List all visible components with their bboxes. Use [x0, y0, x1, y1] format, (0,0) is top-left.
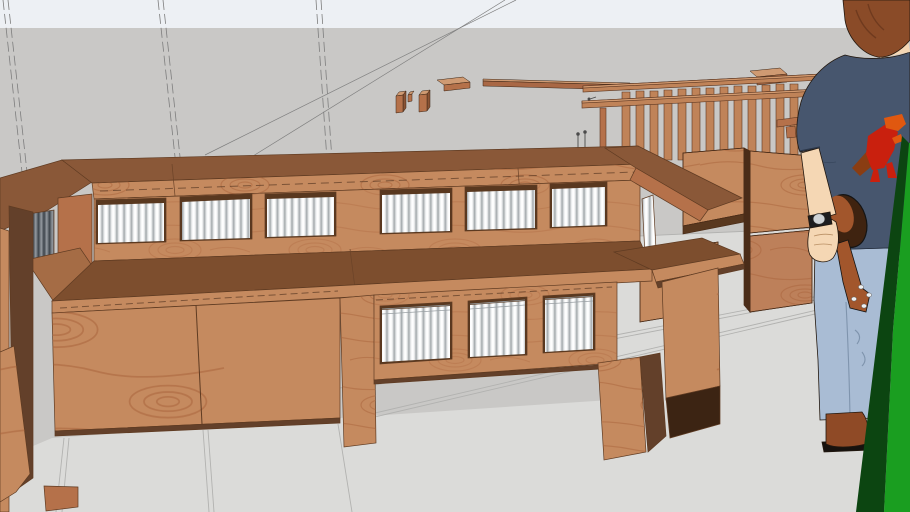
small-block-1: [395, 90, 407, 114]
sky: [0, 0, 910, 28]
panel-gap-shadow: [743, 147, 751, 313]
viewport[interactable]: [0, 0, 910, 512]
small-block-3: [418, 89, 431, 113]
viewport-canvas[interactable]: [0, 0, 910, 512]
left-foot-block: [43, 485, 79, 512]
